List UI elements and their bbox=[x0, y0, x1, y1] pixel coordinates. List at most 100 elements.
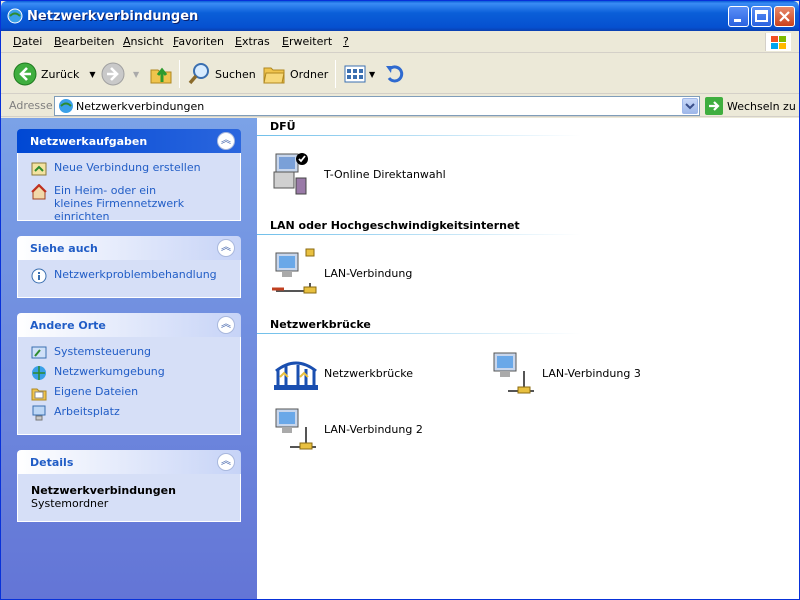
group-divider bbox=[257, 234, 797, 235]
views-icon bbox=[344, 65, 366, 83]
computer-icon bbox=[32, 405, 46, 421]
connection-lan-3[interactable]: LAN-Verbindung 3 bbox=[488, 347, 641, 399]
lan-connection-icon bbox=[272, 248, 317, 294]
up-folder-button[interactable] bbox=[149, 62, 173, 86]
minimize-button[interactable] bbox=[728, 6, 749, 27]
see-also-body: Netzwerkproblembehandlung bbox=[17, 260, 241, 298]
back-dropdown-icon[interactable]: ▼ bbox=[89, 70, 95, 79]
connection-label: LAN-Verbindung 2 bbox=[324, 422, 423, 436]
lan-connection-icon bbox=[493, 352, 534, 394]
details-body: Netzwerkverbindungen Systemordner bbox=[17, 474, 241, 522]
address-label: Adresse bbox=[9, 99, 53, 112]
menu-datei[interactable]: Datei bbox=[13, 35, 42, 48]
control-panel-link[interactable]: Systemsteuerung bbox=[18, 345, 240, 365]
menu-help[interactable]: ? bbox=[343, 35, 349, 48]
menu-extras[interactable]: Extras bbox=[235, 35, 270, 48]
dialup-connection-icon bbox=[273, 153, 308, 195]
collapse-chevron-icon[interactable]: ︽ bbox=[217, 132, 235, 150]
back-arrow-icon bbox=[13, 62, 37, 86]
views-button[interactable]: ▼ bbox=[343, 62, 375, 86]
address-value: Netzwerkverbindungen bbox=[76, 100, 205, 113]
new-connection-icon bbox=[31, 162, 47, 176]
folders-label: Ordner bbox=[290, 67, 329, 81]
address-dropdown-button[interactable] bbox=[682, 98, 698, 114]
collapse-chevron-icon[interactable]: ︽ bbox=[217, 453, 235, 471]
connection-lan-2[interactable]: LAN-Verbindung 2 bbox=[270, 403, 423, 455]
group-divider bbox=[257, 333, 797, 334]
task-pane: Netzwerkaufgaben ︽ Neue Verbindung erste… bbox=[1, 118, 257, 599]
menu-bar: Datei Bearbeiten Ansicht Favoriten Extra… bbox=[1, 31, 799, 53]
search-icon bbox=[188, 63, 209, 85]
folders-icon bbox=[263, 67, 285, 84]
my-computer-link[interactable]: Arbeitsplatz bbox=[18, 405, 240, 425]
see-also-panel: Siehe auch ︽ Netzwerkproblembehandlung bbox=[17, 236, 241, 298]
address-input[interactable]: Netzwerkverbindungen bbox=[54, 96, 700, 116]
troubleshooting-link[interactable]: Netzwerkproblembehandlung bbox=[18, 268, 240, 288]
network-neighborhood-link[interactable]: Netzwerkumgebung bbox=[18, 365, 240, 385]
connection-lan[interactable]: LAN-Verbindung bbox=[270, 247, 412, 299]
home-network-link[interactable]: Ein Heim- oder ein kleines Firmennetzwer… bbox=[18, 184, 240, 223]
forward-button[interactable]: ▼ bbox=[101, 62, 139, 86]
menu-ansicht[interactable]: Ansicht bbox=[123, 35, 164, 48]
connection-bridge[interactable]: Netzwerkbrücke bbox=[270, 347, 413, 399]
undo-icon bbox=[386, 65, 404, 83]
network-connections-icon bbox=[59, 99, 73, 113]
menu-bearbeiten[interactable]: Bearbeiten bbox=[54, 35, 114, 48]
toolbar-separator bbox=[179, 60, 180, 88]
chevron-down-icon bbox=[685, 103, 695, 110]
title-bar[interactable]: Netzwerkverbindungen bbox=[1, 1, 799, 31]
search-button[interactable]: Suchen bbox=[187, 62, 256, 86]
group-header-bridge: Netzwerkbrücke bbox=[270, 318, 371, 331]
collapse-chevron-icon[interactable]: ︽ bbox=[217, 239, 235, 257]
group-divider bbox=[257, 135, 797, 136]
go-arrow-icon bbox=[705, 97, 723, 115]
folder-up-icon bbox=[150, 67, 172, 84]
explorer-window: Netzwerkverbindungen Datei Bearbeiten An… bbox=[0, 0, 800, 600]
other-places-header[interactable]: Andere Orte ︽ bbox=[17, 313, 241, 337]
globe-network-icon bbox=[32, 366, 46, 380]
menu-erweitert[interactable]: Erweitert bbox=[282, 35, 332, 48]
window-title: Netzwerkverbindungen bbox=[27, 9, 199, 24]
group-header-dfue: DFÜ bbox=[270, 120, 296, 133]
network-tasks-body: Neue Verbindung erstellen Ein Heim- oder… bbox=[17, 153, 241, 223]
connection-t-online[interactable]: T-Online Direktanwahl bbox=[270, 148, 446, 200]
my-documents-link[interactable]: Eigene Dateien bbox=[18, 385, 240, 405]
toolbar: Zurück ▼ ▼ Suchen Ordner ▼ bbox=[1, 54, 799, 94]
documents-folder-icon bbox=[31, 388, 47, 401]
network-connections-icon bbox=[7, 8, 23, 24]
home-network-icon bbox=[31, 184, 47, 200]
network-tasks-header[interactable]: Netzwerkaufgaben ︽ bbox=[17, 129, 241, 153]
details-panel: Details ︽ Netzwerkverbindungen Systemord… bbox=[17, 450, 241, 522]
close-icon bbox=[779, 11, 790, 22]
search-label: Suchen bbox=[215, 67, 256, 81]
content-pane: DFÜ T-Online Direktanwahl LAN oder Hochg… bbox=[257, 118, 799, 599]
minimize-icon bbox=[734, 19, 741, 22]
connection-label: T-Online Direktanwahl bbox=[324, 167, 446, 181]
details-item-name: Netzwerkverbindungen bbox=[31, 484, 176, 497]
other-places-panel: Andere Orte ︽ Systemsteuerung Netzwerkum… bbox=[17, 313, 241, 435]
windows-flag-icon bbox=[771, 36, 786, 49]
other-places-body: Systemsteuerung Netzwerkumgebung Eigene … bbox=[17, 337, 241, 435]
go-label: Wechseln zu bbox=[727, 99, 796, 113]
menu-favoriten[interactable]: Favoriten bbox=[173, 35, 224, 48]
info-icon bbox=[31, 268, 47, 284]
collapse-chevron-icon[interactable]: ︽ bbox=[217, 316, 235, 334]
network-bridge-icon bbox=[274, 361, 318, 390]
details-header[interactable]: Details ︽ bbox=[17, 450, 241, 474]
see-also-title: Siehe auch bbox=[30, 242, 98, 255]
windows-logo bbox=[765, 33, 791, 51]
folders-button[interactable]: Ordner bbox=[262, 62, 328, 86]
see-also-header[interactable]: Siehe auch ︽ bbox=[17, 236, 241, 260]
lan-connection-icon bbox=[275, 408, 316, 450]
new-connection-link[interactable]: Neue Verbindung erstellen bbox=[18, 161, 240, 181]
back-button[interactable]: Zurück ▼ bbox=[13, 62, 96, 86]
maximize-button[interactable] bbox=[751, 6, 772, 27]
forward-dropdown-icon[interactable]: ▼ bbox=[133, 70, 139, 79]
details-item-type: Systemordner bbox=[31, 497, 109, 510]
close-button[interactable] bbox=[774, 6, 795, 27]
views-dropdown-icon[interactable]: ▼ bbox=[369, 70, 375, 79]
group-header-lan: LAN oder Hochgeschwindigkeitsinternet bbox=[270, 219, 520, 232]
undo-button[interactable] bbox=[383, 62, 407, 86]
connection-label: LAN-Verbindung 3 bbox=[542, 366, 641, 380]
go-button[interactable]: Wechseln zu bbox=[705, 97, 796, 115]
